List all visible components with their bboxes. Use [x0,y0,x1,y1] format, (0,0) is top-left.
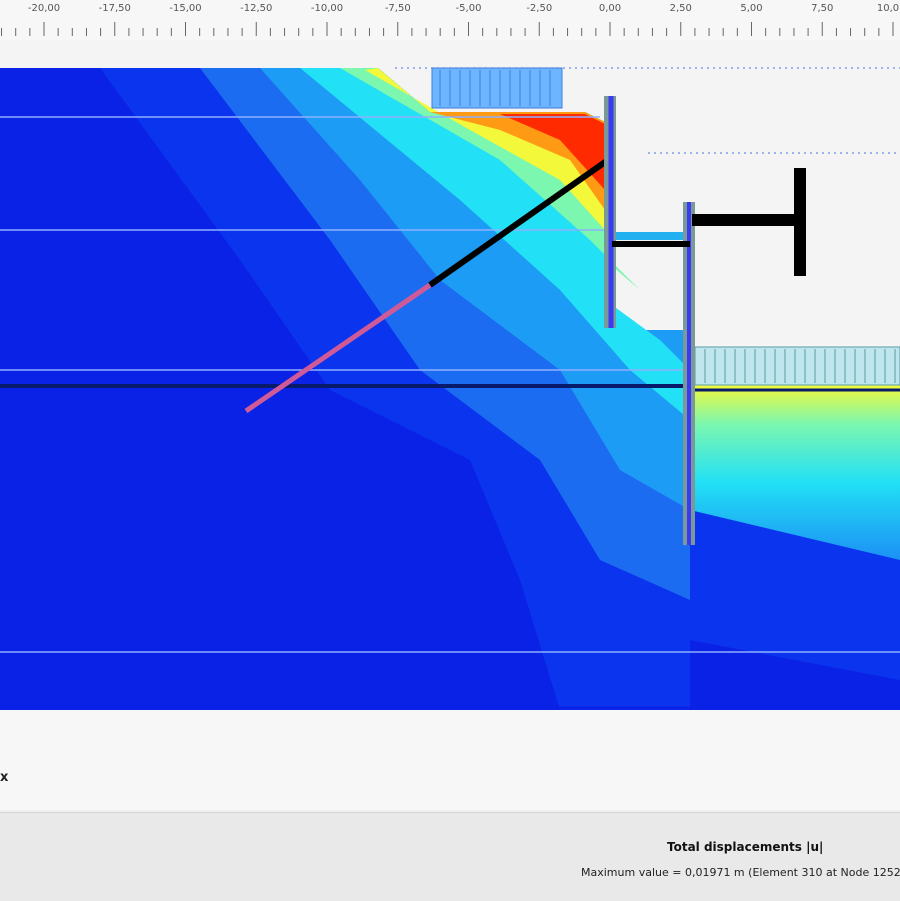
ruler-tick-label: -2,50 [526,3,553,14]
model-canvas[interactable] [0,40,900,710]
x-axis-label: x [0,770,9,785]
berm-step [615,232,685,240]
ruler-tick-label: -15,00 [169,3,202,14]
ruler-tick-label: 2,50 [669,3,692,14]
ruler-tick-label: 0,00 [598,3,622,14]
result-title: Total displacements |u| [667,840,824,854]
surface-load-excavation [694,346,900,386]
ruler-tick-label: -10,00 [310,3,344,14]
ruler-tick-label: 10,0 [876,3,900,14]
ruler-tick-label: -17,50 [98,3,131,14]
ruler-tick-label: -20,00 [27,3,61,14]
ruler-tick-label: -12,50 [240,3,273,14]
displacement-contour-plot [0,67,900,710]
result-footer: Total displacements |u| Maximum value = … [0,812,900,901]
ruler-ticks [1,22,894,36]
horizontal-ruler: -20,00 -17,50 -15,00 -12,50 -10,00 -7,50 -5,00… [0,0,900,41]
status-area [0,710,900,810]
surface-load-top [431,67,563,109]
ruler-tick-label: -7,50 [384,3,411,14]
ruler-tick-label: 5,00 [740,3,763,14]
maximum-value-text: Maximum value = 0,01971 m (Element 310 a… [581,866,900,879]
ruler-tick-label: 7,50 [811,3,834,14]
ruler-tick-label: -5,00 [455,3,482,14]
